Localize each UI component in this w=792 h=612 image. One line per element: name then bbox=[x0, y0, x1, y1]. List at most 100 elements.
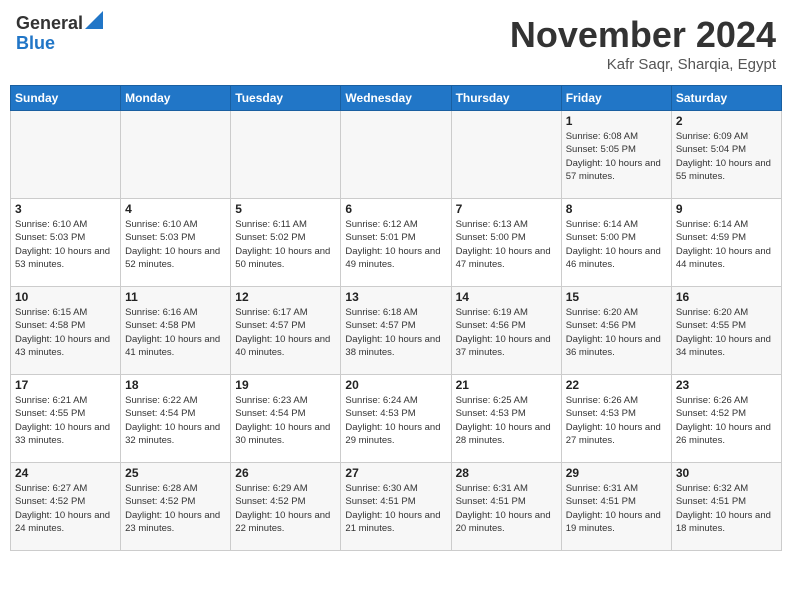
day-info: Sunrise: 6:28 AM Sunset: 4:52 PM Dayligh… bbox=[125, 482, 226, 535]
calendar-cell bbox=[121, 111, 231, 199]
day-info: Sunrise: 6:18 AM Sunset: 4:57 PM Dayligh… bbox=[345, 306, 446, 359]
calendar-cell: 19Sunrise: 6:23 AM Sunset: 4:54 PM Dayli… bbox=[231, 375, 341, 463]
calendar-cell: 1 Sunrise: 6:08 AM Sunset: 5:05 PM Daylig… bbox=[561, 111, 671, 199]
day-number: 15 bbox=[566, 290, 667, 304]
calendar-cell: 5 Sunrise: 6:11 AM Sunset: 5:02 PM Daylig… bbox=[231, 199, 341, 287]
day-info: Sunrise: 6:08 AM Sunset: 5:05 PM Dayligh… bbox=[566, 130, 667, 183]
day-info: Sunrise: 6:20 AM Sunset: 4:55 PM Dayligh… bbox=[676, 306, 777, 359]
day-number: 7 bbox=[456, 202, 557, 216]
calendar-header-row: SundayMondayTuesdayWednesdayThursdayFrid… bbox=[11, 86, 782, 111]
week-row-2: 3 Sunrise: 6:10 AM Sunset: 5:03 PM Daylig… bbox=[11, 199, 782, 287]
day-info: Sunrise: 6:10 AM Sunset: 5:03 PM Dayligh… bbox=[15, 218, 116, 271]
day-number: 1 bbox=[566, 114, 667, 128]
day-info: Sunrise: 6:10 AM Sunset: 5:03 PM Dayligh… bbox=[125, 218, 226, 271]
calendar-cell: 3 Sunrise: 6:10 AM Sunset: 5:03 PM Daylig… bbox=[11, 199, 121, 287]
calendar-cell: 16 Sunrise: 6:20 AM Sunset: 4:55 PM Dayli… bbox=[671, 287, 781, 375]
day-info: Sunrise: 6:09 AM Sunset: 5:04 PM Dayligh… bbox=[676, 130, 777, 183]
calendar-cell: 9 Sunrise: 6:14 AM Sunset: 4:59 PM Daylig… bbox=[671, 199, 781, 287]
location-title: Kafr Saqr, Sharqia, Egypt bbox=[510, 56, 776, 73]
week-row-4: 17Sunrise: 6:21 AM Sunset: 4:55 PM Dayli… bbox=[11, 375, 782, 463]
day-info: Sunrise: 6:13 AM Sunset: 5:00 PM Dayligh… bbox=[456, 218, 557, 271]
day-number: 10 bbox=[15, 290, 116, 304]
calendar-cell: 24 Sunrise: 6:27 AM Sunset: 4:52 PM Dayli… bbox=[11, 463, 121, 551]
day-number: 26 bbox=[235, 466, 336, 480]
calendar-cell: 25Sunrise: 6:28 AM Sunset: 4:52 PM Dayli… bbox=[121, 463, 231, 551]
title-area: November 2024 Kafr Saqr, Sharqia, Egypt bbox=[510, 14, 776, 73]
calendar-cell: 28 Sunrise: 6:31 AM Sunset: 4:51 PM Dayli… bbox=[451, 463, 561, 551]
calendar-cell: 11 Sunrise: 6:16 AM Sunset: 4:58 PM Dayli… bbox=[121, 287, 231, 375]
day-number: 24 bbox=[15, 466, 116, 480]
day-info: Sunrise: 6:23 AM Sunset: 4:54 PM Dayligh… bbox=[235, 394, 336, 447]
day-number: 3 bbox=[15, 202, 116, 216]
calendar-cell: 6 Sunrise: 6:12 AM Sunset: 5:01 PM Daylig… bbox=[341, 199, 451, 287]
day-number: 20 bbox=[345, 378, 446, 392]
day-info: Sunrise: 6:25 AM Sunset: 4:53 PM Dayligh… bbox=[456, 394, 557, 447]
day-header-sunday: Sunday bbox=[11, 86, 121, 111]
month-title: November 2024 bbox=[510, 14, 776, 56]
day-info: Sunrise: 6:26 AM Sunset: 4:52 PM Dayligh… bbox=[676, 394, 777, 447]
calendar-cell: 20 Sunrise: 6:24 AM Sunset: 4:53 PM Dayli… bbox=[341, 375, 451, 463]
day-info: Sunrise: 6:17 AM Sunset: 4:57 PM Dayligh… bbox=[235, 306, 336, 359]
calendar-cell: 21 Sunrise: 6:25 AM Sunset: 4:53 PM Dayli… bbox=[451, 375, 561, 463]
calendar-cell: 14 Sunrise: 6:19 AM Sunset: 4:56 PM Dayli… bbox=[451, 287, 561, 375]
day-info: Sunrise: 6:30 AM Sunset: 4:51 PM Dayligh… bbox=[345, 482, 446, 535]
calendar-cell bbox=[231, 111, 341, 199]
day-info: Sunrise: 6:24 AM Sunset: 4:53 PM Dayligh… bbox=[345, 394, 446, 447]
day-header-tuesday: Tuesday bbox=[231, 86, 341, 111]
week-row-3: 10 Sunrise: 6:15 AM Sunset: 4:58 PM Dayli… bbox=[11, 287, 782, 375]
calendar-cell: 26 Sunrise: 6:29 AM Sunset: 4:52 PM Dayli… bbox=[231, 463, 341, 551]
day-number: 11 bbox=[125, 290, 226, 304]
day-number: 21 bbox=[456, 378, 557, 392]
day-info: Sunrise: 6:16 AM Sunset: 4:58 PM Dayligh… bbox=[125, 306, 226, 359]
day-number: 28 bbox=[456, 466, 557, 480]
day-header-wednesday: Wednesday bbox=[341, 86, 451, 111]
day-number: 14 bbox=[456, 290, 557, 304]
day-number: 13 bbox=[345, 290, 446, 304]
calendar-cell: 22Sunrise: 6:26 AM Sunset: 4:53 PM Dayli… bbox=[561, 375, 671, 463]
day-info: Sunrise: 6:19 AM Sunset: 4:56 PM Dayligh… bbox=[456, 306, 557, 359]
week-row-1: 1 Sunrise: 6:08 AM Sunset: 5:05 PM Daylig… bbox=[11, 111, 782, 199]
day-info: Sunrise: 6:29 AM Sunset: 4:52 PM Dayligh… bbox=[235, 482, 336, 535]
day-number: 9 bbox=[676, 202, 777, 216]
calendar-cell bbox=[451, 111, 561, 199]
day-header-saturday: Saturday bbox=[671, 86, 781, 111]
day-info: Sunrise: 6:27 AM Sunset: 4:52 PM Dayligh… bbox=[15, 482, 116, 535]
day-number: 30 bbox=[676, 466, 777, 480]
calendar-cell: 29 Sunrise: 6:31 AM Sunset: 4:51 PM Dayli… bbox=[561, 463, 671, 551]
day-number: 16 bbox=[676, 290, 777, 304]
day-info: Sunrise: 6:12 AM Sunset: 5:01 PM Dayligh… bbox=[345, 218, 446, 271]
week-row-5: 24 Sunrise: 6:27 AM Sunset: 4:52 PM Dayli… bbox=[11, 463, 782, 551]
day-number: 4 bbox=[125, 202, 226, 216]
day-number: 6 bbox=[345, 202, 446, 216]
day-info: Sunrise: 6:15 AM Sunset: 4:58 PM Dayligh… bbox=[15, 306, 116, 359]
calendar-cell: 15 Sunrise: 6:20 AM Sunset: 4:56 PM Dayli… bbox=[561, 287, 671, 375]
day-info: Sunrise: 6:26 AM Sunset: 4:53 PM Dayligh… bbox=[566, 394, 667, 447]
day-info: Sunrise: 6:31 AM Sunset: 4:51 PM Dayligh… bbox=[566, 482, 667, 535]
day-number: 18 bbox=[125, 378, 226, 392]
day-number: 23 bbox=[676, 378, 777, 392]
day-info: Sunrise: 6:31 AM Sunset: 4:51 PM Dayligh… bbox=[456, 482, 557, 535]
day-header-monday: Monday bbox=[121, 86, 231, 111]
calendar-cell: 23 Sunrise: 6:26 AM Sunset: 4:52 PM Dayli… bbox=[671, 375, 781, 463]
day-info: Sunrise: 6:20 AM Sunset: 4:56 PM Dayligh… bbox=[566, 306, 667, 359]
day-number: 29 bbox=[566, 466, 667, 480]
calendar-cell: 27Sunrise: 6:30 AM Sunset: 4:51 PM Dayli… bbox=[341, 463, 451, 551]
calendar-cell: 8Sunrise: 6:14 AM Sunset: 5:00 PM Daylig… bbox=[561, 199, 671, 287]
logo-general-text: General bbox=[16, 14, 83, 34]
calendar-cell: 10 Sunrise: 6:15 AM Sunset: 4:58 PM Dayli… bbox=[11, 287, 121, 375]
day-header-friday: Friday bbox=[561, 86, 671, 111]
day-info: Sunrise: 6:11 AM Sunset: 5:02 PM Dayligh… bbox=[235, 218, 336, 271]
calendar-cell: 12Sunrise: 6:17 AM Sunset: 4:57 PM Dayli… bbox=[231, 287, 341, 375]
day-info: Sunrise: 6:22 AM Sunset: 4:54 PM Dayligh… bbox=[125, 394, 226, 447]
day-number: 17 bbox=[15, 378, 116, 392]
logo-blue-text: Blue bbox=[16, 34, 103, 54]
day-info: Sunrise: 6:32 AM Sunset: 4:51 PM Dayligh… bbox=[676, 482, 777, 535]
day-info: Sunrise: 6:14 AM Sunset: 4:59 PM Dayligh… bbox=[676, 218, 777, 271]
calendar-cell: 30 Sunrise: 6:32 AM Sunset: 4:51 PM Dayli… bbox=[671, 463, 781, 551]
calendar-cell bbox=[341, 111, 451, 199]
day-number: 2 bbox=[676, 114, 777, 128]
calendar-cell: 7 Sunrise: 6:13 AM Sunset: 5:00 PM Daylig… bbox=[451, 199, 561, 287]
day-number: 8 bbox=[566, 202, 667, 216]
calendar-cell: 2 Sunrise: 6:09 AM Sunset: 5:04 PM Daylig… bbox=[671, 111, 781, 199]
day-number: 5 bbox=[235, 202, 336, 216]
